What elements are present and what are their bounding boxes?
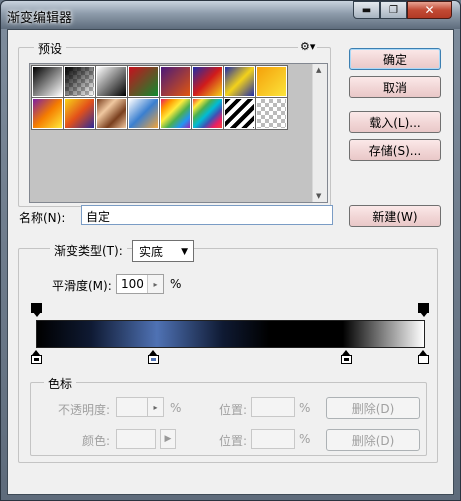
presets-label: 预设 bbox=[34, 40, 67, 57]
gear-icon[interactable]: ⚙▾ bbox=[298, 40, 318, 53]
preset-swatch[interactable] bbox=[63, 65, 96, 98]
preset-swatch[interactable] bbox=[127, 65, 160, 98]
color-picker-icon[interactable]: ▶ bbox=[160, 429, 176, 449]
color-location-label: 位置: bbox=[219, 434, 248, 448]
opacity-stop-left[interactable] bbox=[31, 303, 42, 317]
close-icon[interactable]: ✕ bbox=[407, 1, 452, 19]
color-label: 颜色: bbox=[82, 434, 111, 448]
chevron-down-icon: ▼ bbox=[181, 247, 188, 257]
cancel-button[interactable]: 取消 bbox=[349, 76, 441, 98]
preset-swatch[interactable] bbox=[95, 97, 128, 130]
gradient-type-select[interactable]: 实底 ▼ bbox=[132, 240, 194, 262]
smoothness-unit: % bbox=[170, 277, 182, 291]
gradient-type-label: 渐变类型(T): bbox=[50, 242, 127, 259]
delete-opacity-stop-button[interactable]: 删除(D) bbox=[326, 397, 420, 419]
color-stop[interactable] bbox=[31, 350, 42, 364]
new-button[interactable]: 新建(W) bbox=[349, 205, 441, 227]
preset-swatches[interactable]: ▲ ▼ bbox=[29, 63, 328, 203]
preset-swatch[interactable] bbox=[223, 97, 256, 130]
window-controls: ▬ ❐ ✕ bbox=[353, 1, 452, 19]
preset-swatch[interactable] bbox=[191, 65, 224, 98]
opacity-label: 不透明度: bbox=[58, 403, 111, 417]
color-stop[interactable] bbox=[418, 350, 429, 364]
delete-color-stop-button[interactable]: 删除(D) bbox=[326, 429, 420, 451]
preset-swatch[interactable] bbox=[95, 65, 128, 98]
minimize-icon[interactable]: ▬ bbox=[353, 1, 380, 19]
color-swatch[interactable] bbox=[116, 429, 156, 449]
preset-swatch[interactable] bbox=[63, 97, 96, 130]
name-input[interactable]: 自定 bbox=[81, 205, 333, 225]
preset-swatch[interactable] bbox=[255, 65, 288, 98]
smoothness-label: 平滑度(M): bbox=[52, 279, 112, 293]
restore-icon[interactable]: ❐ bbox=[380, 1, 407, 19]
window-title: 渐变编辑器 bbox=[7, 11, 73, 26]
color-location-input[interactable] bbox=[251, 429, 295, 449]
preset-swatch[interactable] bbox=[159, 97, 192, 130]
smoothness-input[interactable]: 100 ▸ bbox=[116, 274, 164, 294]
scroll-up-icon[interactable]: ▲ bbox=[316, 66, 321, 74]
opacity-location-label: 位置: bbox=[219, 403, 248, 417]
gradient-preview-bar[interactable] bbox=[36, 320, 425, 348]
opacity-stepper-icon[interactable]: ▸ bbox=[147, 398, 163, 416]
opacity-location-input[interactable] bbox=[251, 397, 295, 417]
preset-swatch[interactable] bbox=[159, 65, 192, 98]
color-location-unit: % bbox=[299, 432, 311, 446]
opacity-stop-right[interactable] bbox=[418, 303, 429, 317]
smoothness-stepper-icon[interactable]: ▸ bbox=[147, 275, 163, 293]
color-stop[interactable] bbox=[148, 350, 159, 364]
preset-swatch[interactable] bbox=[31, 65, 64, 98]
opacity-location-unit: % bbox=[299, 401, 311, 415]
scroll-down-icon[interactable]: ▼ bbox=[316, 192, 321, 200]
dialog-client: 预设 ⚙▾ ▲ ▼ 确定 取消 载入(L)... 存储(S)... 名称(N):… bbox=[7, 29, 454, 495]
color-stops-label: 色标 bbox=[44, 375, 77, 392]
smoothness-value: 100 bbox=[121, 277, 144, 291]
opacity-input[interactable]: ▸ bbox=[116, 397, 164, 417]
load-button[interactable]: 载入(L)... bbox=[349, 111, 441, 133]
opacity-unit: % bbox=[170, 401, 182, 415]
save-button[interactable]: 存储(S)... bbox=[349, 139, 441, 161]
preset-swatch[interactable] bbox=[127, 97, 160, 130]
title-bar[interactable]: 渐变编辑器 ▬ ❐ ✕ bbox=[1, 1, 460, 29]
presets-scrollbar[interactable]: ▲ ▼ bbox=[312, 64, 327, 202]
preset-swatch[interactable] bbox=[255, 97, 288, 130]
preset-swatch[interactable] bbox=[191, 97, 224, 130]
gradient-editor-window: 渐变编辑器 ▬ ❐ ✕ 预设 ⚙▾ ▲ ▼ 确定 取消 载入(L)... 存储(… bbox=[0, 0, 461, 501]
name-label: 名称(N): bbox=[19, 211, 66, 225]
preset-swatch[interactable] bbox=[31, 97, 64, 130]
ok-button[interactable]: 确定 bbox=[349, 48, 441, 70]
preset-swatch[interactable] bbox=[223, 65, 256, 98]
gradient-type-value: 实底 bbox=[139, 244, 164, 259]
color-stop[interactable] bbox=[341, 350, 352, 364]
